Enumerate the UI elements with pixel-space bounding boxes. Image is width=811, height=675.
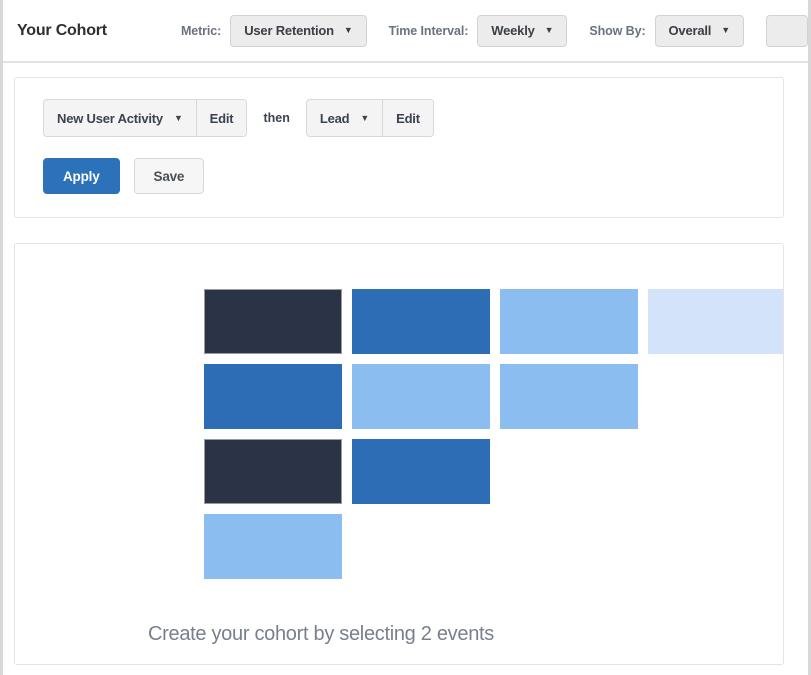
metric-dropdown-value: User Retention: [244, 23, 334, 38]
metric-label: Metric:: [181, 24, 221, 38]
show-by-label: Show By:: [589, 24, 645, 38]
chevron-down-icon: ▼: [545, 26, 554, 35]
time-interval-dropdown-value: Weekly: [491, 23, 534, 38]
cohort-cell: [204, 289, 342, 354]
cohort-analysis-app: Your Cohort Metric: User Retention ▼ Tim…: [0, 0, 811, 675]
apply-button[interactable]: Apply: [43, 158, 120, 194]
cohort-cell: [500, 364, 638, 429]
then-connector-label: then: [263, 111, 289, 125]
chevron-down-icon: ▼: [360, 114, 369, 123]
cohort-cell: [204, 439, 342, 504]
cohort-cell: [204, 364, 342, 429]
cohort-cell: [352, 364, 490, 429]
page-title: Your Cohort: [17, 22, 107, 40]
chart-caption-text: Create your cohort by selecting 2 events: [148, 623, 494, 646]
cohort-cell: [352, 289, 490, 354]
event-two-group: Lead ▼ Edit: [306, 99, 434, 137]
cohort-chart-panel: Create your cohort by selecting 2 events: [14, 243, 784, 665]
event-one-label: New User Activity: [57, 111, 163, 126]
chevron-down-icon: ▼: [721, 26, 730, 35]
time-interval-dropdown[interactable]: Weekly ▼: [477, 15, 567, 47]
cohort-heatmap-row: [204, 514, 784, 579]
event-two-label: Lead: [320, 111, 350, 126]
event-two-dropdown[interactable]: Lead ▼: [307, 100, 382, 136]
overflow-dropdown[interactable]: [766, 15, 808, 47]
event-one-edit-button[interactable]: Edit: [196, 100, 247, 136]
cohort-heatmap: [204, 289, 784, 589]
show-by-dropdown[interactable]: Overall ▼: [655, 15, 744, 47]
cohort-heatmap-row: [204, 289, 784, 354]
show-by-dropdown-value: Overall: [669, 23, 712, 38]
cohort-cell: [204, 514, 342, 579]
chevron-down-icon: ▼: [174, 114, 183, 123]
chevron-down-icon: ▼: [344, 26, 353, 35]
event-two-edit-button[interactable]: Edit: [382, 100, 433, 136]
top-toolbar: Your Cohort Metric: User Retention ▼ Tim…: [3, 0, 808, 63]
cohort-cell: [648, 289, 784, 354]
cohort-definition-panel: New User Activity ▼ Edit then Lead ▼ Edi…: [14, 77, 784, 218]
event-selection-row: New User Activity ▼ Edit then Lead ▼ Edi…: [43, 100, 783, 136]
cohort-cell: [352, 439, 490, 504]
metric-dropdown[interactable]: User Retention ▼: [230, 15, 366, 47]
cohort-heatmap-row: [204, 364, 784, 429]
action-row: Apply Save: [43, 158, 783, 194]
event-one-dropdown[interactable]: New User Activity ▼: [44, 100, 196, 136]
cohort-heatmap-row: [204, 439, 784, 504]
event-one-group: New User Activity ▼ Edit: [43, 99, 247, 137]
cohort-cell: [500, 289, 638, 354]
save-button[interactable]: Save: [134, 158, 205, 194]
chart-caption: Create your cohort by selecting 2 events: [15, 623, 783, 646]
time-interval-label: Time Interval:: [389, 24, 469, 38]
